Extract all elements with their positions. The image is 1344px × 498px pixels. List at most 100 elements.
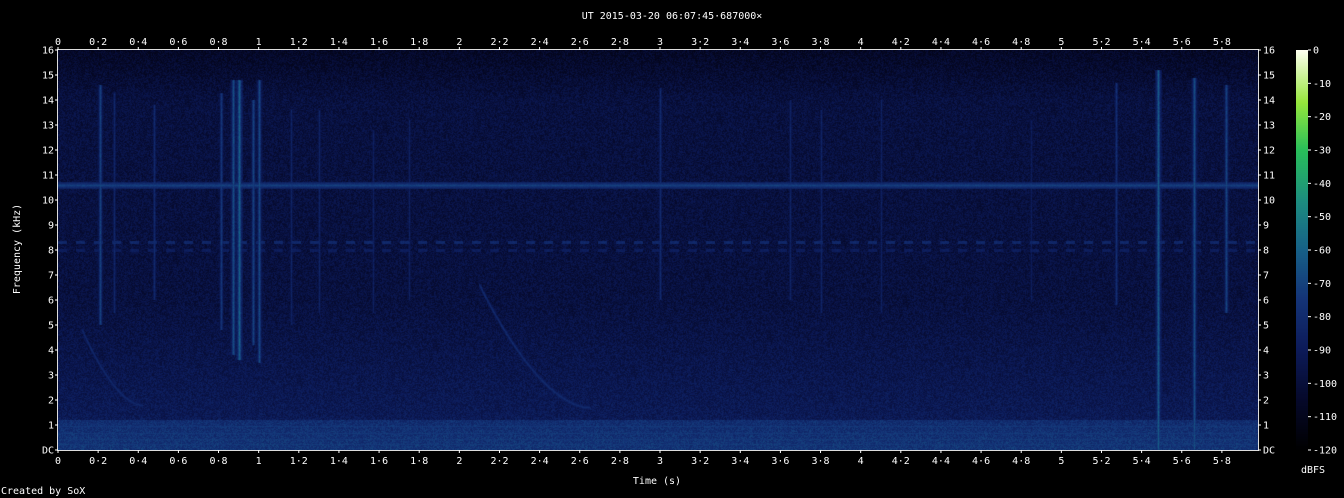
y-tick-label-right: 8 <box>1263 246 1269 257</box>
x-tick-label-bottom: 1 <box>256 456 262 467</box>
x-tick-label-top: 4 <box>858 37 864 48</box>
colorbar-tick-label: -30 <box>1313 146 1331 157</box>
colorbar-tick-label: 0 <box>1313 46 1319 57</box>
x-tick-label-top: 4·8 <box>1012 37 1030 48</box>
colorbar-tick-label: -60 <box>1313 246 1331 257</box>
colorbar-tick-label: -120 <box>1313 446 1337 457</box>
x-tick-label-bottom: 5·6 <box>1173 456 1191 467</box>
y-tick-label-right: 15 <box>1263 71 1275 82</box>
y-tick-label-left: 9 <box>48 221 54 232</box>
y-tick-label-left: 7 <box>48 271 54 282</box>
x-tick-label-bottom: 3 <box>657 456 663 467</box>
x-tick-label-top: 3·8 <box>812 37 830 48</box>
y-tick-label-right: 2 <box>1263 396 1269 407</box>
x-tick-label-bottom: 2·2 <box>490 456 508 467</box>
x-tick-label-top: 0 <box>55 37 61 48</box>
x-tick-label-top: 4·4 <box>932 37 950 48</box>
x-tick-label-bottom: 1·8 <box>410 456 428 467</box>
y-tick-label-left: 3 <box>48 371 54 382</box>
x-tick-label-bottom: 2·8 <box>611 456 629 467</box>
x-tick-label-top: 5·2 <box>1092 37 1110 48</box>
y-tick-label-right: 3 <box>1263 371 1269 382</box>
x-tick-label-bottom: 0·2 <box>89 456 107 467</box>
y-ticks-right: DC12345678910111213141516 <box>1258 46 1275 457</box>
colorbar-tick-label: -80 <box>1313 312 1331 323</box>
x-tick-label-bottom: 5·2 <box>1092 456 1110 467</box>
x-tick-label-top: 0·4 <box>129 37 147 48</box>
colorbar-tick-label: -70 <box>1313 279 1331 290</box>
x-tick-label-bottom: 3·2 <box>691 456 709 467</box>
y-tick-label-right: 9 <box>1263 221 1269 232</box>
y-tick-label-left: DC <box>42 446 54 457</box>
x-tick-label-top: 5·8 <box>1213 37 1231 48</box>
colorbar-tick-label: -40 <box>1313 179 1331 190</box>
spectrogram-figure: UT 2015-03-20 06:07:45·687000× 0 0·2 0·4 0·… <box>12 11 1337 487</box>
colorbar: 0 -10 -20 -30 -40 -50 -60 -70 -80 -90 -100 -110 -120 <box>1296 46 1337 457</box>
colorbar-tick-label: -10 <box>1313 79 1331 90</box>
y-tick-label-right: 10 <box>1263 196 1275 207</box>
y-tick-label-left: 12 <box>42 146 54 157</box>
x-tick-label-top: 2·8 <box>611 37 629 48</box>
x-tick-label-bottom: 0·8 <box>210 456 228 467</box>
y-tick-label-left: 13 <box>42 121 54 132</box>
x-tick-label-top: 4·2 <box>892 37 910 48</box>
spectrogram-plot <box>57 49 1259 451</box>
x-ticks-bottom: 0 0·2 0·4 0·6 0·8 1 1·2 1·4 1·6 1·8 2 2·2 2·4 2·6 2·8 3… <box>55 450 1231 467</box>
x-tick-label-bottom: 0·4 <box>129 456 147 467</box>
colorbar-label: dBFS <box>1301 465 1325 476</box>
x-tick-label-bottom: 1·4 <box>330 456 348 467</box>
y-tick-label-right: 11 <box>1263 171 1275 182</box>
x-tick-label-bottom: 1·2 <box>290 456 308 467</box>
x-tick-label-bottom: 5·4 <box>1133 456 1151 467</box>
x-tick-label-top: 3·4 <box>731 37 749 48</box>
y-tick-label-left: 16 <box>42 46 54 57</box>
y-tick-label-right: 4 <box>1263 346 1269 357</box>
y-tick-label-right: 12 <box>1263 146 1275 157</box>
x-tick-label-top: 3·6 <box>771 37 789 48</box>
x-tick-label-top: 3·2 <box>691 37 709 48</box>
colorbar-tick-label: -50 <box>1313 212 1331 223</box>
spectrogram-image <box>58 50 1258 450</box>
x-tick-label-top: 5 <box>1058 37 1064 48</box>
credit-text: Created by SoX <box>1 486 86 497</box>
x-axis-label: Time (s) <box>633 476 681 487</box>
y-tick-label-left: 11 <box>42 171 54 182</box>
y-tick-label-right: 16 <box>1263 46 1275 57</box>
y-tick-label-right: 5 <box>1263 321 1269 332</box>
x-tick-label-bottom: 4·6 <box>972 456 990 467</box>
x-tick-label-bottom: 2·6 <box>571 456 589 467</box>
x-tick-label-top: 0·6 <box>169 37 187 48</box>
y-tick-label-right: DC <box>1263 446 1275 457</box>
x-tick-label-top: 1·8 <box>410 37 428 48</box>
x-tick-label-top: 2·4 <box>531 37 549 48</box>
y-tick-label-left: 14 <box>42 96 54 107</box>
colorbar-gradient <box>1296 50 1308 450</box>
y-ticks-left: DC12345678910111213141516 <box>42 46 58 457</box>
y-tick-label-left: 1 <box>48 421 54 432</box>
y-axis-label: Frequency (kHz) <box>12 204 23 294</box>
colorbar-tick-label: -90 <box>1313 346 1331 357</box>
x-tick-label-top: 0·8 <box>210 37 228 48</box>
colorbar-tick-label: -110 <box>1313 412 1337 423</box>
x-tick-label-top: 1·6 <box>370 37 388 48</box>
x-tick-label-bottom: 4·8 <box>1012 456 1030 467</box>
x-tick-label-bottom: 4·4 <box>932 456 950 467</box>
y-tick-label-right: 13 <box>1263 121 1275 132</box>
x-tick-label-bottom: 0·6 <box>169 456 187 467</box>
x-ticks-top: 0 0·2 0·4 0·6 0·8 1 1·2 1·4 1·6 1·8 2 2·2 2·4 2·6 2·8 3… <box>55 37 1231 50</box>
x-tick-label-top: 5·4 <box>1133 37 1151 48</box>
x-tick-label-bottom: 3·4 <box>731 456 749 467</box>
x-tick-label-top: 1·2 <box>290 37 308 48</box>
x-tick-label-top: 4·6 <box>972 37 990 48</box>
y-tick-label-left: 8 <box>48 246 54 257</box>
y-tick-label-left: 2 <box>48 396 54 407</box>
x-tick-label-bottom: 4·2 <box>892 456 910 467</box>
y-tick-label-left: 6 <box>48 296 54 307</box>
y-tick-label-right: 6 <box>1263 296 1269 307</box>
colorbar-tick-label: -20 <box>1313 112 1331 123</box>
x-tick-label-top: 1 <box>256 37 262 48</box>
y-tick-label-right: 7 <box>1263 271 1269 282</box>
x-tick-label-top: 2·6 <box>571 37 589 48</box>
y-tick-label-left: 10 <box>42 196 54 207</box>
colorbar-tick-label: -100 <box>1313 379 1337 390</box>
